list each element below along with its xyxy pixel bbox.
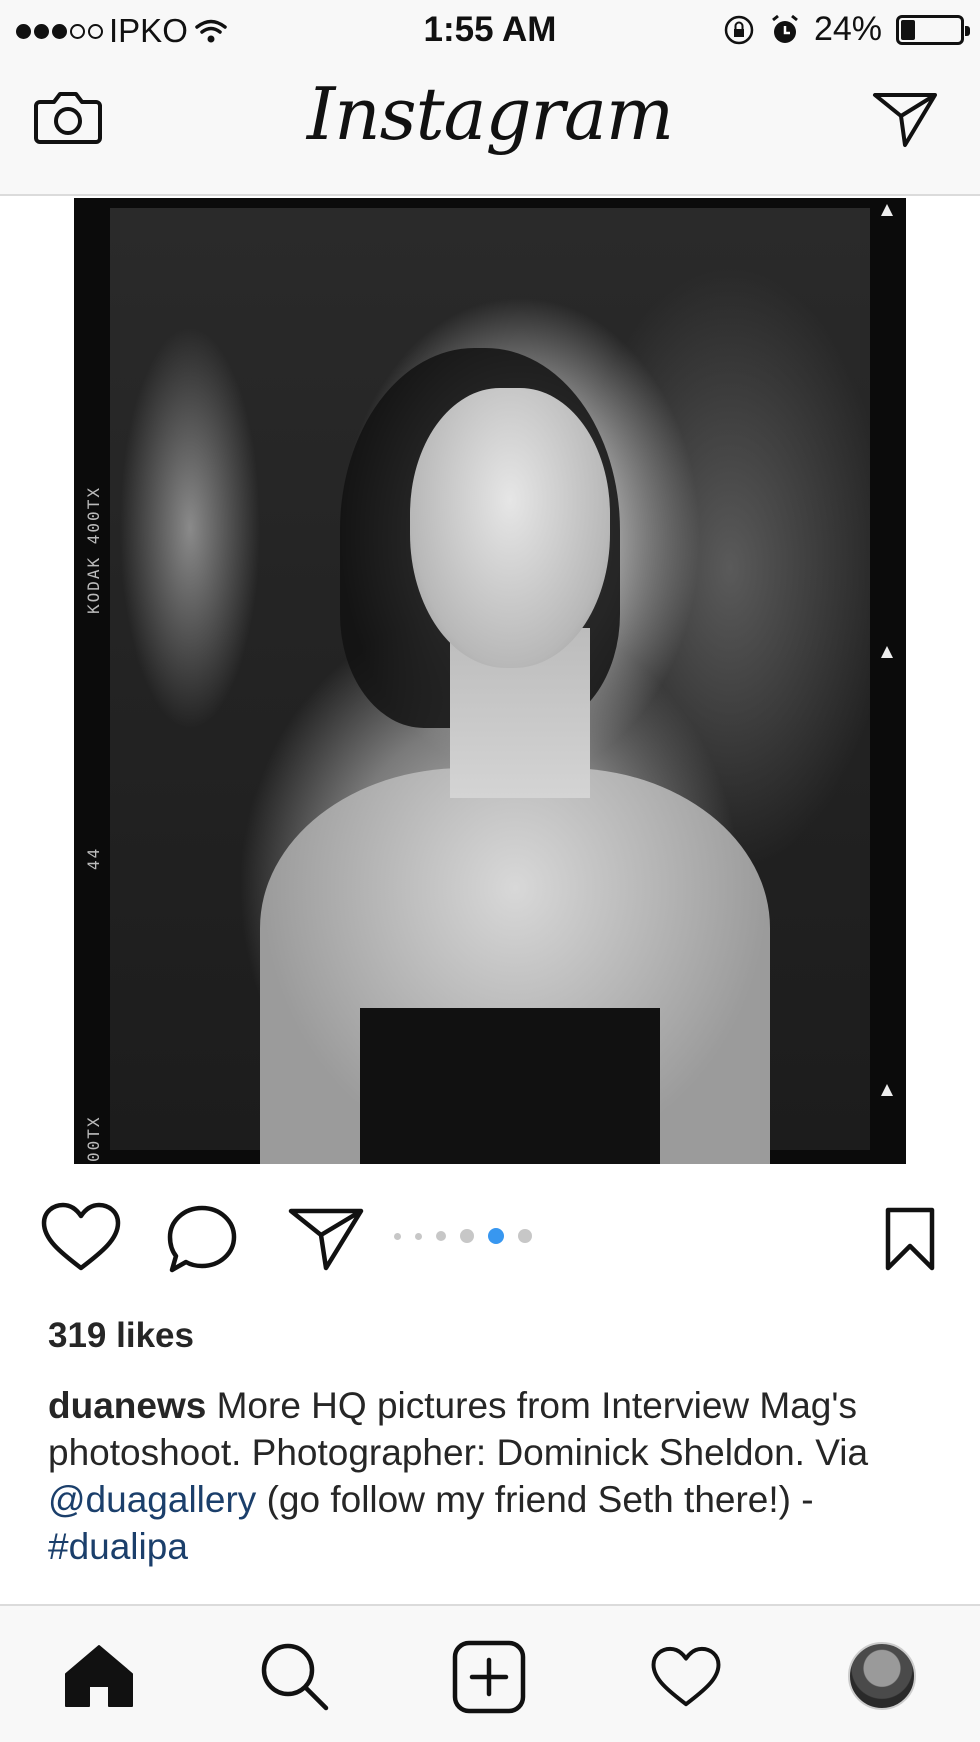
- heart-icon[interactable]: [40, 1202, 122, 1272]
- activity-heart-icon[interactable]: [650, 1646, 722, 1708]
- direct-message-icon[interactable]: [872, 90, 938, 148]
- film-frame-number: 44: [84, 846, 103, 870]
- comment-bubble-icon[interactable]: [166, 1204, 238, 1276]
- bottom-tab-bar: [0, 1604, 980, 1742]
- status-bar: IPKO 1:55 AM 24%: [0, 0, 980, 64]
- add-post-icon[interactable]: [452, 1640, 526, 1714]
- home-icon[interactable]: [64, 1644, 134, 1708]
- photo-garment: [360, 1008, 660, 1164]
- top-nav-bar: Instagram: [0, 64, 980, 196]
- caption-mention[interactable]: @duagallery: [48, 1479, 256, 1520]
- bookmark-icon[interactable]: [884, 1206, 936, 1272]
- carousel-dot: [394, 1232, 401, 1240]
- carousel-indicator: [394, 1228, 532, 1244]
- film-frame-marker: [881, 1084, 893, 1096]
- film-brand-text: KODAK 400TX: [84, 486, 103, 614]
- caption-hashtag[interactable]: #dualipa: [48, 1526, 188, 1567]
- likes-count[interactable]: 319 likes: [48, 1316, 194, 1356]
- caption-username[interactable]: duanews: [48, 1385, 206, 1426]
- post-caption: duanews More HQ pictures from Interview …: [48, 1382, 928, 1570]
- caption-text: (go follow my friend Seth there!) -: [256, 1479, 814, 1520]
- carousel-dot-active: [488, 1228, 504, 1244]
- instagram-logo: Instagram: [306, 72, 674, 156]
- carousel-dot: [460, 1229, 474, 1243]
- carousel-dot: [415, 1232, 422, 1240]
- photo-content: [110, 208, 870, 1164]
- film-code-bottom: 00TX: [84, 1115, 103, 1162]
- film-frame-marker: [881, 646, 893, 658]
- battery-fill: [901, 19, 915, 40]
- carousel-dot: [518, 1229, 532, 1243]
- photo-face: [410, 388, 610, 668]
- search-icon[interactable]: [258, 1640, 330, 1712]
- carousel-dot: [436, 1231, 446, 1241]
- rotation-lock-icon: [724, 15, 754, 44]
- alarm-icon: [772, 14, 798, 43]
- battery-percent: 24%: [813, 10, 882, 48]
- battery-icon: [896, 14, 970, 45]
- paper-plane-icon[interactable]: [288, 1206, 364, 1272]
- film-frame-marker: [881, 204, 893, 216]
- status-right: 24%: [722, 10, 970, 49]
- post-photo[interactable]: KODAK 400TX 44 00TX: [74, 198, 906, 1164]
- profile-avatar[interactable]: [848, 1642, 916, 1710]
